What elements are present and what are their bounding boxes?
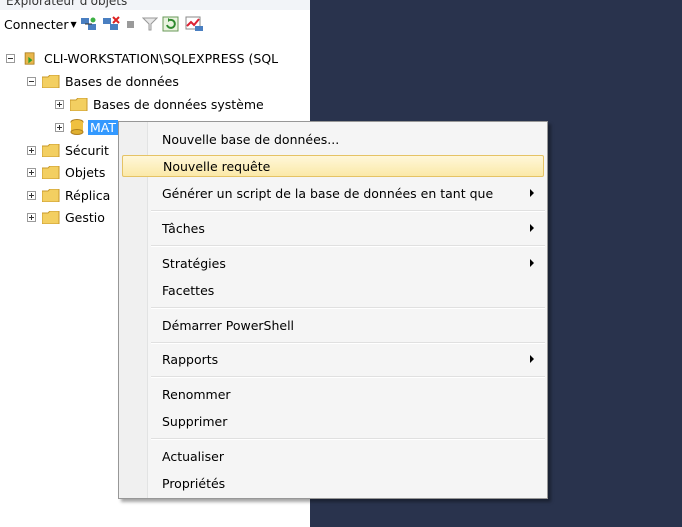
menu-item-reports[interactable]: Rapports bbox=[122, 348, 544, 370]
tree-node-system-databases[interactable]: Bases de données système bbox=[55, 94, 264, 114]
folder-icon bbox=[42, 165, 60, 179]
server-label: CLI-WORKSTATION\SQLEXPRESS (SQL bbox=[44, 50, 279, 66]
expand-icon[interactable] bbox=[27, 190, 36, 200]
submenu-arrow-icon bbox=[530, 355, 534, 363]
management-label: Gestio bbox=[65, 209, 105, 225]
tree-node-management[interactable]: Gestio bbox=[27, 207, 105, 227]
menu-separator bbox=[151, 342, 545, 344]
menu-item-label: Générer un script de la base de données … bbox=[162, 185, 494, 201]
menu-separator bbox=[151, 210, 545, 212]
submenu-arrow-icon bbox=[530, 224, 534, 232]
menu-item-label: Facettes bbox=[162, 282, 215, 298]
refresh-icon[interactable] bbox=[162, 15, 180, 33]
panel-title-bar: Explorateur d'objets bbox=[0, 0, 310, 10]
menu-item-new-database[interactable]: Nouvelle base de données... bbox=[122, 128, 544, 150]
menu-separator bbox=[151, 438, 545, 440]
disconnect-icon[interactable] bbox=[102, 15, 120, 33]
expand-icon[interactable] bbox=[27, 167, 36, 177]
menu-item-properties[interactable]: Propriétés bbox=[122, 472, 544, 494]
menu-item-refresh[interactable]: Actualiser bbox=[122, 445, 544, 467]
menu-item-label: Supprimer bbox=[162, 413, 228, 429]
activity-monitor-icon[interactable] bbox=[184, 15, 204, 33]
connect-object-explorer-icon[interactable] bbox=[80, 15, 98, 33]
menu-item-script-database[interactable]: Générer un script de la base de données … bbox=[122, 182, 544, 204]
expand-icon[interactable] bbox=[27, 145, 36, 155]
folder-icon bbox=[70, 97, 88, 111]
folder-icon bbox=[42, 143, 60, 157]
menu-item-label: Renommer bbox=[162, 386, 231, 402]
submenu-arrow-icon bbox=[530, 259, 534, 267]
menu-item-label: Nouvelle base de données... bbox=[162, 131, 340, 147]
selected-database-label: MAT bbox=[88, 119, 119, 135]
tree-node-replication[interactable]: Réplica bbox=[27, 185, 110, 205]
tree-node-security[interactable]: Sécurit bbox=[27, 140, 109, 160]
menu-item-label: Propriétés bbox=[162, 475, 226, 491]
menu-item-label: Rapports bbox=[162, 351, 219, 367]
menu-item-delete[interactable]: Supprimer bbox=[122, 410, 544, 432]
context-menu: Nouvelle base de données... Nouvelle req… bbox=[118, 121, 548, 499]
menu-separator bbox=[151, 307, 545, 309]
stop-icon[interactable] bbox=[124, 15, 138, 33]
menu-item-facets[interactable]: Facettes bbox=[122, 279, 544, 301]
folder-icon bbox=[42, 210, 60, 224]
filter-icon[interactable] bbox=[142, 15, 158, 33]
menu-separator bbox=[151, 376, 545, 378]
menu-icon-strip bbox=[119, 122, 148, 498]
menu-item-label: Tâches bbox=[162, 220, 205, 236]
folder-icon bbox=[42, 188, 60, 202]
security-label: Sécurit bbox=[65, 142, 109, 158]
collapse-icon[interactable] bbox=[27, 76, 36, 86]
expand-icon[interactable] bbox=[55, 99, 64, 109]
tree-node-databases[interactable]: Bases de données bbox=[27, 71, 179, 91]
connect-button[interactable]: Connecter ▼ bbox=[4, 15, 77, 33]
expand-icon[interactable] bbox=[55, 122, 64, 132]
object-explorer-toolbar: Connecter ▼ bbox=[0, 11, 310, 37]
tree-node-server[interactable]: CLI-WORKSTATION\SQLEXPRESS (SQL bbox=[6, 48, 278, 68]
menu-item-tasks[interactable]: Tâches bbox=[122, 217, 544, 239]
server-objects-label: Objets bbox=[65, 164, 106, 180]
submenu-arrow-icon bbox=[530, 189, 534, 197]
menu-item-policies[interactable]: Stratégies bbox=[122, 252, 544, 274]
tree-node-selected-database[interactable]: MAT bbox=[55, 117, 119, 137]
database-icon bbox=[70, 119, 84, 135]
replication-label: Réplica bbox=[65, 187, 111, 203]
tree-node-server-objects[interactable]: Objets bbox=[27, 162, 105, 182]
folder-icon bbox=[42, 74, 60, 88]
menu-separator bbox=[151, 245, 545, 247]
menu-item-rename[interactable]: Renommer bbox=[122, 383, 544, 405]
system-databases-label: Bases de données système bbox=[93, 96, 264, 112]
menu-item-label: Actualiser bbox=[162, 448, 224, 464]
expand-icon[interactable] bbox=[27, 212, 36, 222]
chevron-down-icon: ▼ bbox=[70, 19, 77, 29]
databases-label: Bases de données bbox=[65, 73, 179, 89]
menu-item-label: Nouvelle requête bbox=[163, 158, 271, 174]
collapse-icon[interactable] bbox=[6, 53, 15, 63]
menu-item-start-powershell[interactable]: Démarrer PowerShell bbox=[122, 314, 544, 336]
menu-item-label: Stratégies bbox=[162, 255, 226, 271]
connect-label: Connecter bbox=[4, 16, 69, 32]
panel-title: Explorateur d'objets bbox=[6, 0, 128, 8]
server-icon bbox=[24, 51, 35, 65]
menu-item-new-query[interactable]: Nouvelle requête bbox=[122, 155, 544, 177]
menu-item-label: Démarrer PowerShell bbox=[162, 317, 295, 333]
